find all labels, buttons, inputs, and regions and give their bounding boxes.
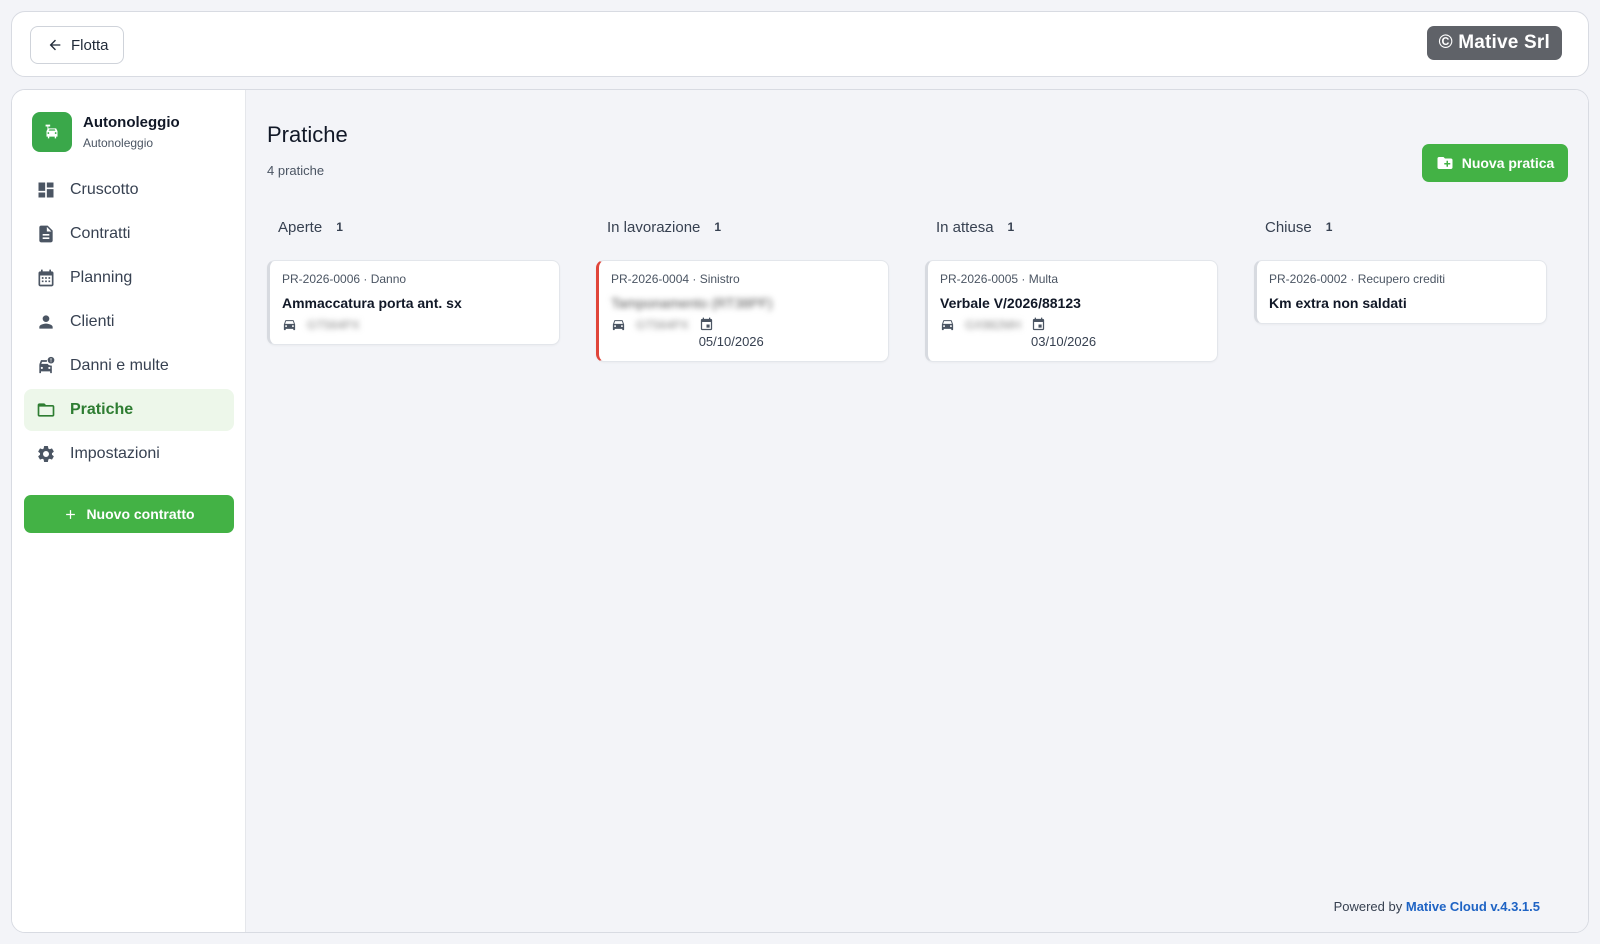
card-title: Km extra non saldati bbox=[1269, 295, 1407, 311]
person-icon bbox=[39, 315, 53, 329]
column-header: In attesa 1 bbox=[925, 216, 1218, 238]
column-header: Chiuse 1 bbox=[1254, 216, 1547, 238]
vehicle-plate: GT564PX bbox=[307, 317, 360, 332]
vehicle-plate: GX982MH bbox=[965, 317, 1022, 332]
practice-card[interactable]: PR-2026-0002 · Recupero crediti Km extra… bbox=[1254, 260, 1547, 324]
arrow-left-icon bbox=[49, 39, 61, 51]
sidebar-item-label: Planning bbox=[70, 269, 133, 286]
sidebar-item-cruscotto[interactable]: Cruscotto bbox=[24, 169, 234, 211]
column-title: Aperte bbox=[278, 218, 323, 236]
app-shell: Autonoleggio Autonoleggio Cruscotto Cont… bbox=[11, 89, 1589, 933]
plus-icon bbox=[66, 509, 76, 519]
vehicle-meta: GT564PX bbox=[282, 317, 360, 332]
brand-badge: © Mative Srl bbox=[1426, 26, 1562, 60]
new-contract-label: Nuovo contratto bbox=[86, 506, 195, 522]
document-icon bbox=[39, 225, 53, 243]
sidebar-item-label: Impostazioni bbox=[70, 445, 160, 462]
card-title: Tamponamento (RT38PF) bbox=[611, 295, 773, 311]
vehicle-meta: GX982MH bbox=[940, 317, 1021, 332]
card-title: Verbale V/2026/88123 bbox=[940, 295, 1081, 311]
column-in-lavorazione: In lavorazione 1 PR-2026-0004 · Sinistro… bbox=[596, 216, 889, 362]
top-bar: Flotta © Mative Srl bbox=[11, 11, 1589, 77]
footer-version-link[interactable]: Mative Cloud v.4.3.1.5 bbox=[1406, 899, 1540, 914]
due-date: 05/10/2026 bbox=[698, 334, 764, 349]
column-in-attesa: In attesa 1 PR-2026-0005 · Multa Verbale… bbox=[925, 216, 1218, 362]
due-date-meta: 03/10/2026 bbox=[1031, 317, 1096, 349]
calendar-event-icon bbox=[1032, 317, 1045, 331]
kanban-board: Aperte 1 PR-2026-0006 · Danno Ammaccatur… bbox=[267, 216, 1568, 362]
sidebar-item-label: Cruscotto bbox=[70, 181, 139, 198]
new-practice-button[interactable]: Nuova pratica bbox=[1422, 144, 1568, 182]
page-title: Pratiche bbox=[267, 122, 348, 147]
sidebar-nav: Cruscotto Contratti Planning Clienti Dan… bbox=[24, 169, 234, 477]
sidebar: Autonoleggio Autonoleggio Cruscotto Cont… bbox=[12, 90, 246, 932]
due-date-meta: 05/10/2026 bbox=[699, 317, 764, 349]
column-title: In lavorazione bbox=[607, 218, 701, 236]
card-title: Ammaccatura porta ant. sx bbox=[282, 295, 462, 311]
brand-name: Autonoleggio bbox=[83, 114, 180, 131]
sidebar-item-planning[interactable]: Planning bbox=[24, 257, 234, 299]
sidebar-item-impostazioni[interactable]: Impostazioni bbox=[24, 433, 234, 475]
practice-count: 4 pratiche bbox=[267, 163, 325, 178]
calendar-event-icon bbox=[700, 317, 712, 331]
column-chiuse: Chiuse 1 PR-2026-0002 · Recupero crediti… bbox=[1254, 216, 1547, 362]
sidebar-item-label: Contratti bbox=[70, 225, 131, 242]
column-count: 1 bbox=[1325, 220, 1333, 234]
practice-card[interactable]: PR-2026-0005 · Multa Verbale V/2026/8812… bbox=[925, 260, 1218, 362]
practice-card[interactable]: PR-2026-0006 · Danno Ammaccatura porta a… bbox=[267, 260, 560, 345]
footer-prefix: Powered by bbox=[1333, 899, 1403, 914]
sidebar-item-pratiche[interactable]: Pratiche bbox=[24, 389, 234, 431]
main-content: Pratiche 4 pratiche Nuova pratica Aperte… bbox=[246, 90, 1588, 932]
sidebar-item-contratti[interactable]: Contratti bbox=[24, 213, 234, 255]
folder-icon bbox=[37, 403, 55, 417]
column-header: In lavorazione 1 bbox=[596, 216, 889, 238]
car-icon bbox=[283, 320, 296, 331]
sidebar-item-label: Danni e multe bbox=[70, 357, 169, 374]
new-practice-label: Nuova pratica bbox=[1461, 155, 1555, 171]
brand-subtitle: Autonoleggio bbox=[83, 136, 154, 150]
folder-plus-icon bbox=[1437, 157, 1453, 169]
card-meta: GX982MH 03/10/2026 bbox=[940, 317, 1205, 349]
car-rental-logo-icon bbox=[32, 112, 72, 152]
due-date: 03/10/2026 bbox=[1031, 334, 1097, 349]
car-alert-icon bbox=[39, 356, 55, 374]
column-count: 1 bbox=[714, 220, 722, 234]
back-button[interactable]: Flotta bbox=[30, 26, 124, 64]
vehicle-plate: GT564PX bbox=[636, 317, 689, 332]
back-button-label: Flotta bbox=[71, 36, 109, 54]
sidebar-item-label: Pratiche bbox=[70, 401, 134, 418]
sidebar-item-label: Clienti bbox=[70, 313, 115, 330]
gear-icon bbox=[38, 445, 54, 462]
dashboard-icon bbox=[38, 182, 54, 198]
new-contract-button[interactable]: Nuovo contratto bbox=[24, 495, 234, 533]
column-title: Chiuse bbox=[1265, 218, 1312, 236]
footer: Powered by Mative Cloud v.4.3.1.5 bbox=[1334, 899, 1540, 914]
brand: Autonoleggio Autonoleggio bbox=[32, 112, 180, 152]
car-icon bbox=[941, 320, 954, 331]
card-reference: PR-2026-0004 · Sinistro bbox=[611, 272, 740, 286]
column-count: 1 bbox=[1007, 220, 1015, 234]
card-reference: PR-2026-0005 · Multa bbox=[940, 272, 1059, 286]
card-meta: GT564PX 05/10/2026 bbox=[611, 317, 876, 349]
column-aperte: Aperte 1 PR-2026-0006 · Danno Ammaccatur… bbox=[267, 216, 560, 362]
sidebar-item-danni-e-multe[interactable]: Danni e multe bbox=[24, 345, 234, 387]
column-header: Aperte 1 bbox=[267, 216, 560, 238]
card-meta: GT564PX bbox=[282, 317, 547, 332]
column-count: 1 bbox=[336, 220, 343, 234]
column-title: In attesa bbox=[936, 218, 994, 236]
card-reference: PR-2026-0006 · Danno bbox=[282, 272, 407, 286]
car-icon bbox=[612, 320, 625, 331]
calendar-icon bbox=[38, 269, 54, 287]
card-reference: PR-2026-0002 · Recupero crediti bbox=[1269, 272, 1446, 286]
sidebar-item-clienti[interactable]: Clienti bbox=[24, 301, 234, 343]
vehicle-meta: GT564PX bbox=[611, 317, 689, 332]
practice-card[interactable]: PR-2026-0004 · Sinistro Tamponamento (RT… bbox=[596, 260, 889, 362]
